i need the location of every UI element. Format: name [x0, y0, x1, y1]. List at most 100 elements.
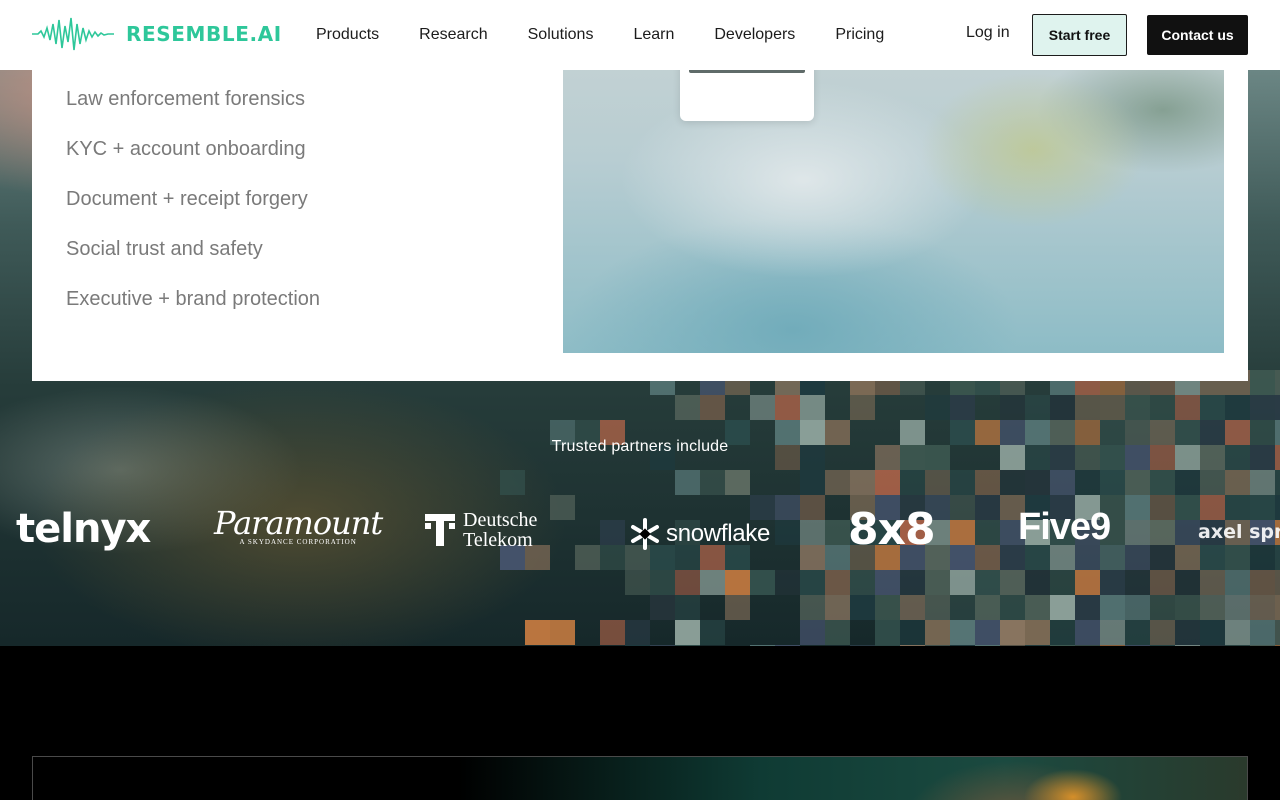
pixel-tile — [800, 520, 825, 545]
nav-pricing[interactable]: Pricing — [815, 26, 904, 44]
pixel-tile — [975, 545, 1000, 570]
pixel-tile — [1125, 545, 1150, 570]
pixel-tile — [1200, 470, 1225, 495]
five9-logo: Five9 — [1018, 506, 1111, 548]
pixel-tile — [800, 545, 825, 570]
pixel-tile — [1250, 545, 1275, 570]
pixel-tile — [1150, 620, 1175, 645]
pixel-tile — [1275, 470, 1280, 495]
pixel-tile — [625, 570, 650, 595]
usecase-document-forgery[interactable]: Document + receipt forgery — [66, 186, 320, 236]
pixel-tile — [1000, 595, 1025, 620]
pixel-tile — [675, 570, 700, 595]
pixel-tile — [1000, 395, 1025, 420]
pixel-tile — [675, 620, 700, 645]
pixel-tile — [600, 520, 625, 545]
pixel-tile — [1225, 620, 1250, 645]
eight-x-eight-logo: 8x8 — [848, 504, 936, 555]
pixel-tile — [1125, 620, 1150, 645]
pixel-tile — [675, 595, 700, 620]
pixel-tile — [1050, 620, 1075, 645]
pixel-tile — [1275, 495, 1280, 520]
pixel-tile — [825, 620, 850, 645]
pixel-tile — [675, 395, 700, 420]
pixel-tile — [1125, 495, 1150, 520]
pixel-tile — [1075, 470, 1100, 495]
pixel-tile — [850, 395, 875, 420]
usecase-list: Law enforcement forensics KYC + account … — [66, 86, 320, 336]
pixel-tile — [1050, 395, 1075, 420]
pixel-tile — [825, 520, 850, 545]
pixel-tile — [650, 595, 675, 620]
brand-name: RESEMBLE.AI — [126, 22, 282, 46]
pixel-tile — [1150, 570, 1175, 595]
partners-heading: Trusted partners include — [551, 438, 729, 455]
pixel-tile — [1150, 495, 1175, 520]
pixel-tile — [800, 620, 825, 645]
pixel-tile — [1025, 595, 1050, 620]
paramount-logo: Paramount A SKYDANCE CORPORATION — [214, 506, 383, 546]
usecase-social-trust[interactable]: Social trust and safety — [66, 236, 320, 286]
pixel-tile — [800, 395, 825, 420]
pixel-tile — [775, 520, 800, 545]
nav-developers[interactable]: Developers — [694, 26, 815, 44]
pixel-tile — [950, 470, 975, 495]
pixel-tile — [1175, 520, 1200, 545]
usecase-brand-protection[interactable]: Executive + brand protection — [66, 286, 320, 336]
top-navbar: RESEMBLE.AI Products Research Solutions … — [0, 0, 1280, 70]
pixel-tile — [1275, 545, 1280, 570]
pixel-tile — [1150, 470, 1175, 495]
start-free-button[interactable]: Start free — [1032, 14, 1127, 56]
pixel-tile — [525, 620, 550, 645]
pixel-tile — [1100, 470, 1125, 495]
pixel-tile — [1150, 595, 1175, 620]
nav-products[interactable]: Products — [296, 26, 399, 44]
pixel-tile — [950, 495, 975, 520]
nav-learn[interactable]: Learn — [613, 26, 694, 44]
pixel-tile — [1025, 620, 1050, 645]
usecase-law-enforcement[interactable]: Law enforcement forensics — [66, 86, 320, 136]
pixel-tile — [575, 545, 600, 570]
pixel-tile — [700, 395, 725, 420]
pixel-tile — [1175, 595, 1200, 620]
pixel-tile — [1225, 595, 1250, 620]
nav-solutions[interactable]: Solutions — [508, 26, 614, 44]
pixel-tile — [1200, 495, 1225, 520]
nav-research[interactable]: Research — [399, 26, 507, 44]
pixel-tile — [900, 570, 925, 595]
telekom-line1: Deutsche — [463, 509, 538, 531]
pixel-tile — [1225, 495, 1250, 520]
pixel-tile — [1125, 520, 1150, 545]
pixel-tile — [1075, 595, 1100, 620]
contact-us-button[interactable]: Contact us — [1147, 15, 1248, 55]
pixel-tile — [1175, 545, 1200, 570]
pixel-tile — [900, 620, 925, 645]
usecase-kyc-onboarding[interactable]: KYC + account onboarding — [66, 136, 320, 186]
pixel-tile — [1025, 570, 1050, 595]
pixel-tile — [875, 570, 900, 595]
pixel-tile — [1025, 470, 1050, 495]
pixel-tile — [950, 570, 975, 595]
pixel-tile — [1125, 470, 1150, 495]
pixel-tile — [1200, 595, 1225, 620]
pixel-tile — [1275, 370, 1280, 395]
pixel-tile — [1075, 570, 1100, 595]
login-link[interactable]: Log in — [948, 22, 1028, 44]
pixel-tile — [925, 470, 950, 495]
pixel-tile — [950, 545, 975, 570]
pixel-tile — [1000, 470, 1025, 495]
pixel-tile — [825, 595, 850, 620]
pixel-tile — [975, 470, 1000, 495]
brand-logo[interactable]: RESEMBLE.AI — [32, 14, 282, 54]
pixel-tile — [900, 470, 925, 495]
pixel-tile — [900, 595, 925, 620]
pixel-tile — [600, 545, 625, 570]
pixel-tile — [925, 570, 950, 595]
pixel-tile — [975, 570, 1000, 595]
pixel-tile — [850, 570, 875, 595]
pixel-tile — [1100, 595, 1125, 620]
pixel-tile — [550, 495, 575, 520]
pixel-tile — [1100, 395, 1125, 420]
pixel-tile — [1125, 570, 1150, 595]
pixel-tile — [1225, 570, 1250, 595]
